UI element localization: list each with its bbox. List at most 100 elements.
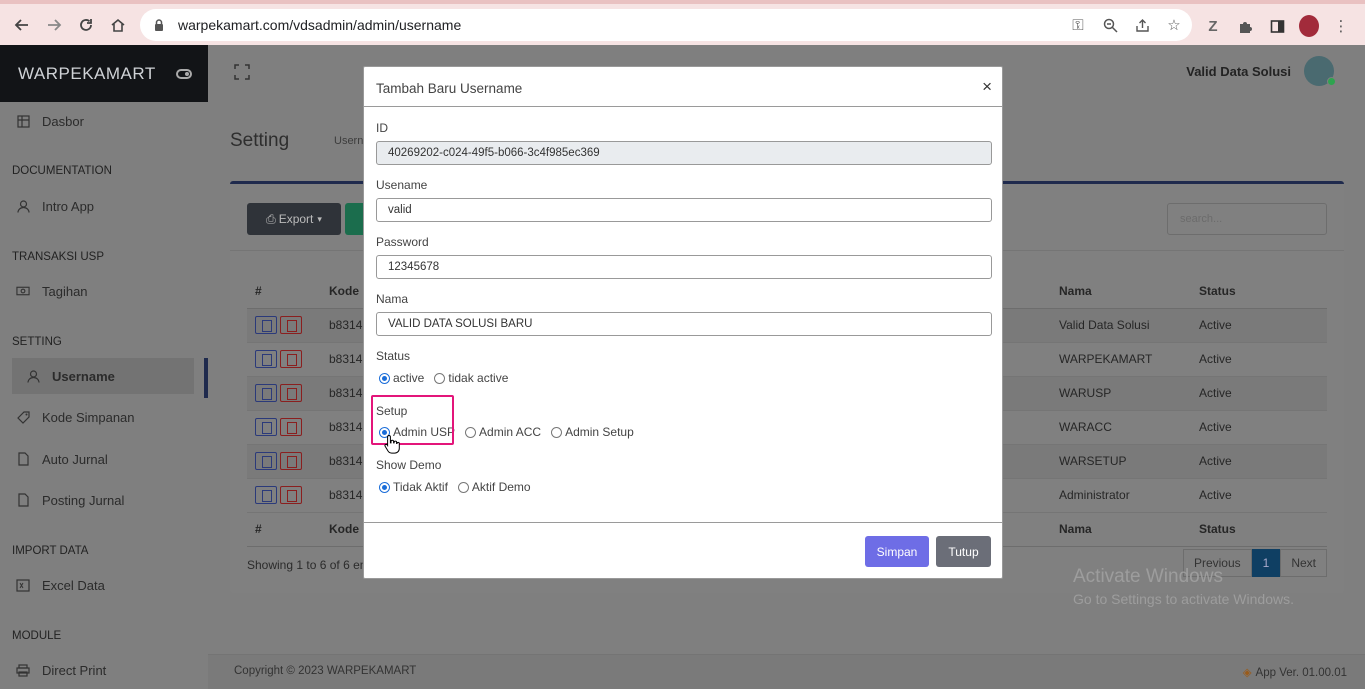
row-actions	[247, 342, 321, 377]
id-label: ID	[376, 121, 388, 135]
user-avatar[interactable]	[1304, 56, 1336, 86]
cell-nama: Valid Data Solusi	[1051, 308, 1191, 343]
trash-icon[interactable]	[280, 384, 302, 402]
cell-nama: WARPEKAMART	[1051, 342, 1191, 377]
back-icon[interactable]	[6, 9, 38, 41]
trash-icon[interactable]	[280, 418, 302, 436]
extension-z-icon[interactable]: Z	[1203, 16, 1223, 36]
puzzle-icon[interactable]	[1235, 16, 1255, 36]
sidebar-item-direct-print[interactable]: Direct Print	[0, 652, 208, 688]
edit-icon[interactable]	[255, 316, 277, 334]
edit-icon[interactable]	[255, 418, 277, 436]
table-icon	[16, 114, 30, 128]
sidebar-item-label: Kode Simpanan	[42, 409, 135, 425]
setup-admin-acc-radio[interactable]	[465, 426, 477, 438]
save-button[interactable]: Simpan	[865, 536, 929, 567]
sidebar-item-posting-jurnal[interactable]: Posting Jurnal	[0, 482, 208, 518]
version-text: App Ver. 01.00.01	[1255, 667, 1347, 679]
page-title: Setting	[230, 130, 290, 151]
cell-status: Active	[1191, 444, 1327, 479]
key-icon[interactable]: ⚿	[1068, 15, 1088, 35]
kebab-menu-icon[interactable]: ⋮	[1331, 16, 1351, 36]
address-bar[interactable]: warpekamart.com/vdsadmin/admin/username …	[140, 9, 1192, 41]
radio-label[interactable]: active	[393, 371, 424, 385]
cell-status: Active	[1191, 410, 1327, 445]
home-icon[interactable]	[102, 9, 134, 41]
windows-activation-watermark: Activate Windows Go to Settings to activ…	[1073, 566, 1294, 607]
nama-label: Nama	[376, 292, 409, 306]
trash-icon[interactable]	[280, 350, 302, 368]
password-field[interactable]	[376, 255, 992, 279]
username-field[interactable]	[376, 198, 992, 222]
status-active-radio[interactable]	[379, 372, 390, 384]
column-footer: Status	[1191, 512, 1327, 547]
sidebar-item-kode-simpanan[interactable]: Kode Simpanan	[0, 399, 208, 435]
setup-admin-setup-radio[interactable]	[551, 426, 563, 438]
sidebar-item-label: Posting Jurnal	[42, 492, 125, 508]
edit-icon[interactable]	[255, 486, 277, 504]
cell-status: Active	[1191, 376, 1327, 411]
user-icon	[16, 199, 30, 213]
user-name[interactable]: Valid Data Solusi	[1186, 64, 1291, 79]
nama-field[interactable]	[376, 312, 992, 336]
edit-icon[interactable]	[255, 350, 277, 368]
status-inactive-radio[interactable]	[434, 372, 446, 384]
column-header[interactable]: #	[247, 274, 321, 309]
close-icon[interactable]: ×	[982, 77, 992, 97]
sidebar-item-tagihan[interactable]: Tagihan	[0, 273, 208, 309]
zoom-icon[interactable]	[1100, 15, 1120, 35]
star-icon[interactable]: ☆	[1164, 15, 1184, 35]
forward-icon[interactable]	[38, 9, 70, 41]
radio-label[interactable]: tidak active	[448, 371, 508, 385]
share-icon[interactable]	[1132, 15, 1152, 35]
layers-icon: ◈	[1242, 667, 1252, 679]
demo-aktif-radio[interactable]	[457, 481, 469, 493]
sidebar-item-auto-jurnal[interactable]: Auto Jurnal	[0, 441, 208, 477]
radio-label[interactable]: Aktif Demo	[472, 480, 531, 494]
export-button[interactable]: ⎙ Export ▾	[247, 203, 341, 235]
search-input[interactable]: search...	[1167, 203, 1327, 235]
sidebar-item-label: Tagihan	[42, 283, 88, 299]
status-label: Status	[376, 349, 411, 363]
sidebar-section-import: IMPORT DATA	[12, 545, 89, 557]
sidebar-toggle-icon[interactable]	[176, 68, 192, 79]
column-header[interactable]: Status	[1191, 274, 1327, 309]
sidepanel-icon[interactable]	[1267, 16, 1287, 36]
id-field[interactable]	[376, 141, 992, 165]
cell-nama: WARUSP	[1051, 376, 1191, 411]
trash-icon[interactable]	[280, 486, 302, 504]
fullscreen-icon[interactable]	[234, 64, 250, 80]
sidebar: WARPEKAMART Dasbor DOCUMENTATION Intro A…	[0, 45, 208, 689]
sidebar-item-username[interactable]: Username	[12, 358, 194, 394]
trash-icon[interactable]	[280, 452, 302, 470]
row-actions	[247, 410, 321, 445]
tag-icon	[16, 410, 30, 424]
radio-label[interactable]: Admin Setup	[565, 425, 634, 439]
watermark-subtitle: Go to Settings to activate Windows.	[1073, 591, 1294, 607]
sidebar-item-dasbor[interactable]: Dasbor	[0, 103, 208, 139]
demo-tidak-aktif-radio[interactable]	[379, 481, 390, 493]
sidebar-item-excel-data[interactable]: Excel Data	[0, 567, 208, 603]
lock-icon	[155, 19, 163, 31]
password-label: Password	[376, 235, 429, 249]
cell-nama: Administrator	[1051, 478, 1191, 513]
edit-icon[interactable]	[255, 384, 277, 402]
sidebar-item-intro-app[interactable]: Intro App	[0, 188, 208, 224]
radio-label[interactable]: Admin ACC	[479, 425, 541, 439]
trash-icon[interactable]	[280, 316, 302, 334]
sidebar-item-label: Auto Jurnal	[42, 451, 108, 467]
radio-label[interactable]: Tidak Aktif	[393, 480, 448, 494]
reload-icon[interactable]	[70, 9, 102, 41]
sidebar-section-setting: SETTING	[12, 336, 62, 348]
column-footer: Nama	[1051, 512, 1191, 547]
profile-avatar[interactable]	[1299, 15, 1319, 37]
column-footer: #	[247, 512, 321, 547]
copyright-text: Copyright © 2023 WARPEKAMART	[234, 665, 417, 677]
close-button[interactable]: Tutup	[936, 536, 991, 567]
watermark-title: Activate Windows	[1073, 566, 1223, 587]
print-icon: ⎙	[266, 211, 276, 226]
sidebar-item-label: Direct Print	[42, 662, 107, 678]
column-header[interactable]: Nama	[1051, 274, 1191, 309]
modal-title: Tambah Baru Username	[376, 81, 523, 96]
edit-icon[interactable]	[255, 452, 277, 470]
